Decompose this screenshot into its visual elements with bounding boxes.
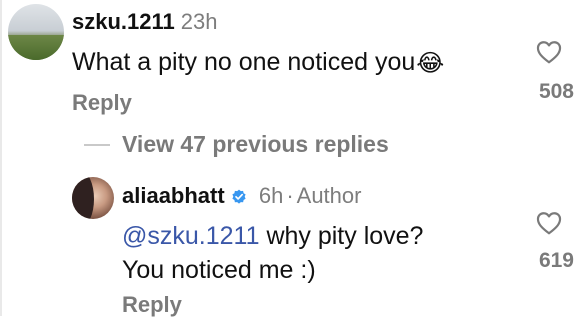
comment-thread: szku.1211 23h What a pity no one noticed … [0,0,586,318]
heart-icon[interactable] [536,40,562,64]
heart-icon[interactable] [536,211,562,235]
avatar-portrait [72,177,94,219]
reply-header: aliaabhatt 6h · Author [122,183,361,209]
view-previous-replies-button[interactable]: View 47 previous replies [122,131,389,158]
avatar-landscape [8,35,64,60]
username[interactable]: aliaabhatt [122,183,225,208]
avatar[interactable] [8,4,64,60]
like-count: 508 [538,80,574,103]
author-label: Author [296,183,362,208]
reply-text: @szku.1211 why pity love? You noticed me… [122,219,423,287]
avatar[interactable] [72,177,114,219]
reply-line-2: You noticed me :) [122,256,316,284]
reply-button[interactable]: Reply [122,292,182,318]
reply-line-1: @szku.1211 why pity love? [122,219,423,253]
username[interactable]: szku.1211 [72,9,175,34]
comment-text: What a pity no one noticed you😂 [72,47,444,78]
reply-button[interactable]: Reply [72,90,132,116]
timestamp: 6h [258,183,284,208]
reply-body-1: why pity love? [259,222,424,250]
timestamp: 23h [180,9,218,34]
mention-link[interactable]: @szku.1211 [122,222,260,250]
replies-divider [84,144,110,146]
verified-badge-icon [231,185,247,204]
comment-header: szku.1211 23h [72,9,217,35]
separator-dot: · [286,183,294,208]
like-count: 619 [538,249,574,272]
laughing-emoji-icon: 😂 [416,49,445,77]
comment-body: What a pity no one noticed you [72,48,416,76]
